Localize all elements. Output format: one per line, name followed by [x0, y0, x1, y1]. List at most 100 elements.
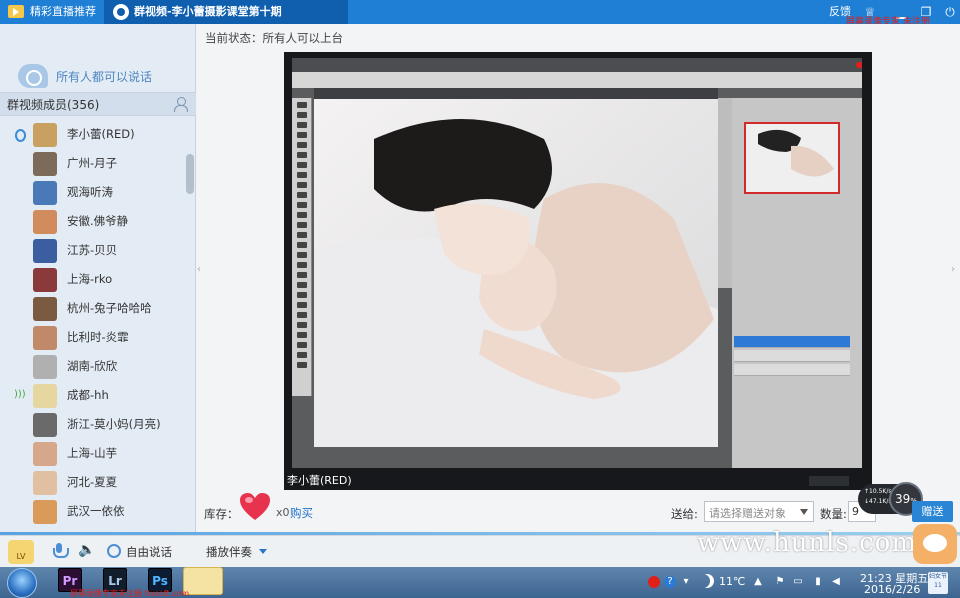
clock-date[interactable]: 2016/2/26 — [864, 583, 920, 596]
status-slot — [14, 303, 24, 313]
collapse-right-icon[interactable]: › — [951, 264, 955, 275]
list-item[interactable]: 安徽.佛爷静 — [0, 207, 186, 236]
list-item[interactable]: 上海-山芋 — [0, 439, 186, 468]
list-item[interactable]: 上海-rko — [0, 265, 186, 294]
member-name: 武汉一依依 — [67, 504, 125, 518]
member-count-label: 群视频成员(356) — [7, 98, 100, 112]
list-item[interactable]: 杭州-兔子哈哈哈 — [0, 294, 186, 323]
list-item[interactable]: 河北-夏夏 — [0, 468, 186, 497]
avatar[interactable] — [33, 181, 57, 205]
tab-group-video[interactable]: 群视频-李小蕾摄影课堂第十期(248589008) — [104, 0, 348, 42]
member-name: 成都-hh — [67, 388, 109, 402]
calendar-holiday: 妇女节 — [928, 573, 947, 580]
list-item[interactable]: ))) 成都-hh — [0, 381, 186, 410]
tab-live-label: 精彩直播推荐 — [30, 5, 96, 18]
add-member-icon[interactable] — [174, 97, 188, 112]
ps-panel-icons — [718, 98, 732, 288]
status-slot — [14, 187, 24, 197]
avatar[interactable] — [33, 297, 57, 321]
mascot-gift-icon[interactable] — [913, 524, 957, 564]
video-stream[interactable]: 李小蕾(RED) — [284, 52, 872, 490]
list-item[interactable]: 江苏-贝贝 — [0, 236, 186, 265]
video-camera-icon — [8, 5, 24, 18]
avatar[interactable] — [33, 152, 57, 176]
avatar[interactable] — [33, 326, 57, 350]
title-bar: 精彩直播推荐 群视频-李小蕾摄影课堂第十期(248589008) 反馈 ♕ ▁ … — [0, 0, 960, 42]
heart-gift-icon[interactable] — [239, 492, 271, 522]
speak-mode-banner[interactable]: 所有人都可以说话 — [0, 62, 196, 92]
sogou-input-icon[interactable] — [648, 576, 660, 588]
status-slot — [14, 419, 24, 429]
recipient-select[interactable]: 请选择赠送对象 — [704, 501, 814, 522]
member-list[interactable]: 李小蕾(RED) 广州-月子观海听涛安徽.佛爷静江苏-贝贝 上海-rko 杭州-兔子哈… — [0, 120, 186, 530]
speech-bubble-icon — [18, 64, 48, 88]
avatar[interactable] — [33, 442, 57, 466]
status-slot — [14, 361, 24, 371]
list-item[interactable]: 比利时-炎霏 — [0, 323, 186, 352]
free-talk-label[interactable]: 自由说话 — [126, 544, 172, 560]
avatar[interactable] — [33, 355, 57, 379]
network-signal-icon[interactable]: ▮ — [812, 576, 824, 588]
volume-icon[interactable]: ◀ — [830, 576, 842, 588]
status-slot — [14, 506, 24, 516]
free-talk-icon[interactable] — [107, 544, 121, 558]
recorder-watermark-bottom: 屏幕录像专家未注册 tlxsoft.com — [70, 589, 190, 598]
avatar[interactable] — [33, 413, 57, 437]
member-list-scrollbar[interactable] — [186, 154, 194, 194]
display-icon[interactable]: ▭ — [792, 576, 804, 588]
accompaniment-dropdown-icon[interactable] — [259, 549, 267, 554]
status-slot — [14, 332, 24, 342]
record-indicator-icon — [856, 62, 862, 68]
member-name: 杭州-兔子哈哈哈 — [67, 301, 152, 315]
ps-layer-curves-2 — [734, 336, 850, 348]
status-slot — [14, 216, 24, 226]
avatar[interactable] — [33, 239, 57, 263]
member-name: 观海听涛 — [67, 185, 113, 199]
speaking-mic-icon — [14, 129, 26, 142]
avatar[interactable] — [33, 471, 57, 495]
quantity-label: 数量: — [820, 507, 847, 521]
group-video-icon — [113, 4, 129, 20]
list-item[interactable]: 湖南-欣欣 — [0, 352, 186, 381]
microphone-icon[interactable] — [53, 543, 69, 559]
list-item[interactable]: 浙江-莫小妈(月亮) — [0, 410, 186, 439]
status-slot — [14, 245, 24, 255]
help-icon[interactable]: ? — [664, 576, 676, 588]
weather-temperature[interactable]: 11℃ — [719, 575, 745, 588]
show-hidden-icons[interactable]: ▲ — [752, 576, 764, 588]
avatar[interactable] — [33, 210, 57, 234]
calendar-badge[interactable]: 妇女节 11 — [928, 572, 948, 594]
tray-arrow-icon[interactable]: ▾ — [680, 576, 692, 588]
status-slot — [14, 448, 24, 458]
list-item[interactable]: 李小蕾(RED) — [0, 120, 186, 149]
avatar[interactable] — [33, 384, 57, 408]
moon-weather-icon[interactable] — [700, 574, 714, 588]
current-state-text: 当前状态：所有人可以上台 — [205, 31, 343, 45]
list-item[interactable]: 观海听涛 — [0, 178, 186, 207]
ps-navigator-preview — [744, 122, 840, 194]
user-level-badge[interactable]: LV — [8, 540, 34, 564]
action-center-flag-icon[interactable]: ⚑ — [774, 576, 786, 588]
member-name: 浙江-莫小妈(月亮) — [67, 417, 161, 431]
member-list-header: 群视频成员(356) — [0, 92, 196, 116]
member-name: 安徽.佛爷静 — [67, 214, 129, 228]
member-name: 广州-月子 — [67, 156, 118, 170]
calendar-day: 11 — [934, 582, 942, 589]
speaker-icon[interactable]: 🔈 — [78, 542, 95, 558]
avatar[interactable] — [33, 500, 57, 524]
avatar[interactable] — [33, 123, 57, 147]
list-item[interactable]: 武汉一依依 — [0, 497, 186, 526]
ps-layer-background — [734, 364, 850, 376]
chevron-down-icon — [800, 509, 808, 515]
send-gift-button[interactable]: 赠送 — [912, 501, 953, 522]
member-name: 河北-夏夏 — [67, 475, 118, 489]
tab-live-recommend[interactable]: 精彩直播推荐 — [0, 0, 103, 24]
collapse-left-icon[interactable]: ‹ — [197, 264, 201, 275]
buy-link[interactable]: 购买 — [290, 505, 313, 521]
list-item[interactable]: 广州-月子 — [0, 149, 186, 178]
start-button-icon[interactable] — [7, 568, 37, 598]
avatar[interactable] — [33, 268, 57, 292]
gift-stock-label: 库存： — [204, 507, 239, 521]
power-close-icon[interactable]: ⏻ — [942, 4, 958, 20]
play-accompaniment-button[interactable]: 播放伴奏 — [206, 544, 252, 560]
